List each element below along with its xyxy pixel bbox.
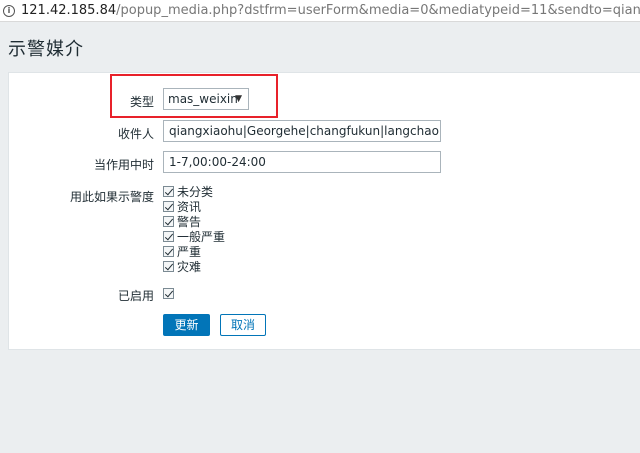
severity-item[interactable]: 警告 bbox=[163, 214, 225, 229]
active-when-input[interactable]: 1-7,00:00-24:00 bbox=[163, 151, 441, 173]
severity-item[interactable]: 一般严重 bbox=[163, 229, 225, 244]
severity-item[interactable]: 严重 bbox=[163, 244, 225, 259]
recipient-label: 收件人 bbox=[117, 127, 154, 141]
active-when-label: 当作用中时 bbox=[93, 158, 154, 172]
severity-item[interactable]: 资讯 bbox=[163, 199, 225, 214]
recipient-input[interactable]: qiangxiaohu|Georgehe|changfukun|langchao… bbox=[163, 120, 441, 142]
checkbox[interactable] bbox=[163, 231, 174, 242]
title-bar: 示警媒介 bbox=[0, 23, 640, 67]
form-panel bbox=[8, 72, 640, 350]
severity-label: 用此如果示警度 bbox=[69, 190, 154, 204]
page-title: 示警媒介 bbox=[8, 39, 84, 60]
checkbox[interactable] bbox=[163, 261, 174, 272]
enabled-label: 已启用 bbox=[117, 289, 154, 303]
checkbox[interactable] bbox=[163, 216, 174, 227]
url-host: 121.42.185.84 bbox=[21, 3, 117, 18]
severity-item[interactable]: 灾难 bbox=[163, 259, 225, 274]
info-icon[interactable]: i bbox=[3, 4, 15, 17]
url-path: /popup_media.php?dstfrm=userForm&media=0… bbox=[116, 3, 640, 18]
update-button[interactable]: 更新 bbox=[163, 314, 210, 336]
enabled-checkbox[interactable] bbox=[163, 288, 174, 299]
severity-item-label: 灾难 bbox=[177, 260, 202, 274]
cancel-button[interactable]: 取消 bbox=[220, 314, 266, 336]
highlight-box bbox=[110, 74, 278, 118]
checkbox[interactable] bbox=[163, 201, 174, 212]
severity-item[interactable]: 未分类 bbox=[163, 184, 225, 199]
checkbox[interactable] bbox=[163, 246, 174, 257]
checkbox[interactable] bbox=[163, 186, 174, 197]
severity-checkbox-list: 未分类 资讯 警告 一般严重 严重 灾难 bbox=[163, 184, 225, 274]
address-bar[interactable]: i 121.42.185.84/popup_media.php?dstfrm=u… bbox=[0, 0, 640, 22]
